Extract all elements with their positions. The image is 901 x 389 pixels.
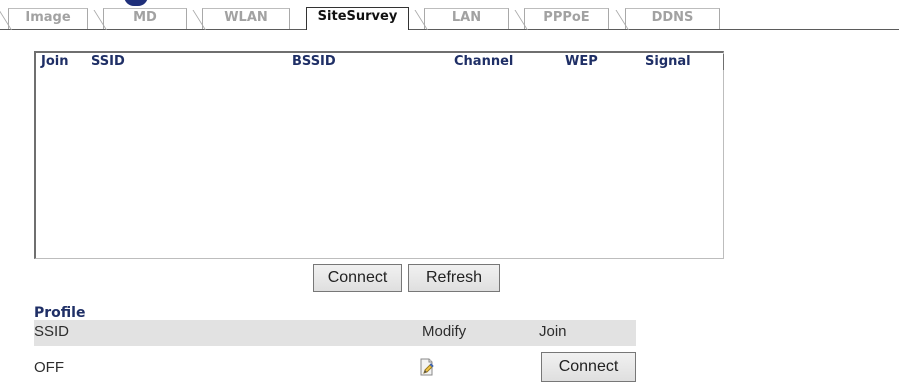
- tab-pppoe[interactable]: PPPoE: [524, 8, 609, 29]
- tab-md-label: MD: [133, 10, 157, 25]
- profile-table-header: SSID Modify Join: [34, 320, 636, 346]
- profile-title: Profile: [34, 305, 86, 321]
- column-wep: WEP: [565, 54, 598, 69]
- refresh-button[interactable]: Refresh: [408, 264, 500, 292]
- tab-lan-label: LAN: [451, 10, 482, 25]
- column-signal: Signal: [645, 54, 691, 69]
- tab-ddns[interactable]: DDNS: [625, 8, 720, 29]
- column-ssid: SSID: [91, 54, 125, 69]
- page-heading-fragment: [124, 0, 148, 6]
- tab-sitesurvey[interactable]: SiteSurvey: [306, 7, 409, 30]
- tab-image-label: Image: [25, 10, 71, 25]
- tab-md[interactable]: MD: [103, 8, 187, 29]
- column-join: Join: [41, 54, 69, 69]
- column-bssid: BSSID: [292, 54, 336, 69]
- tab-baseline: [0, 29, 899, 30]
- tab-image[interactable]: Image: [8, 8, 88, 29]
- tab-lan[interactable]: LAN: [424, 8, 509, 29]
- profile-column-ssid: SSID: [34, 323, 70, 340]
- profile-row: OFF Connect: [34, 352, 636, 382]
- tab-wlan-label: WLAN: [224, 10, 268, 25]
- profile-column-modify: Modify: [422, 323, 467, 340]
- site-survey-list[interactable]: Join SSID BSSID Channel WEP Signal: [34, 51, 724, 259]
- site-survey-header: Join SSID BSSID Channel WEP Signal: [36, 53, 724, 73]
- edit-document-icon[interactable]: [418, 358, 436, 376]
- tab-ddns-label: DDNS: [651, 10, 694, 25]
- profile-connect-button[interactable]: Connect: [541, 352, 636, 382]
- tab-sitesurvey-label: SiteSurvey: [317, 9, 398, 24]
- header-divider: [723, 54, 724, 70]
- tab-pppoe-label: PPPoE: [543, 10, 590, 25]
- connect-button[interactable]: Connect: [313, 264, 402, 292]
- profile-column-join: Join: [539, 323, 567, 340]
- profile-ssid-value: OFF: [34, 359, 64, 376]
- column-channel: Channel: [454, 54, 514, 69]
- tab-wlan[interactable]: WLAN: [202, 8, 290, 29]
